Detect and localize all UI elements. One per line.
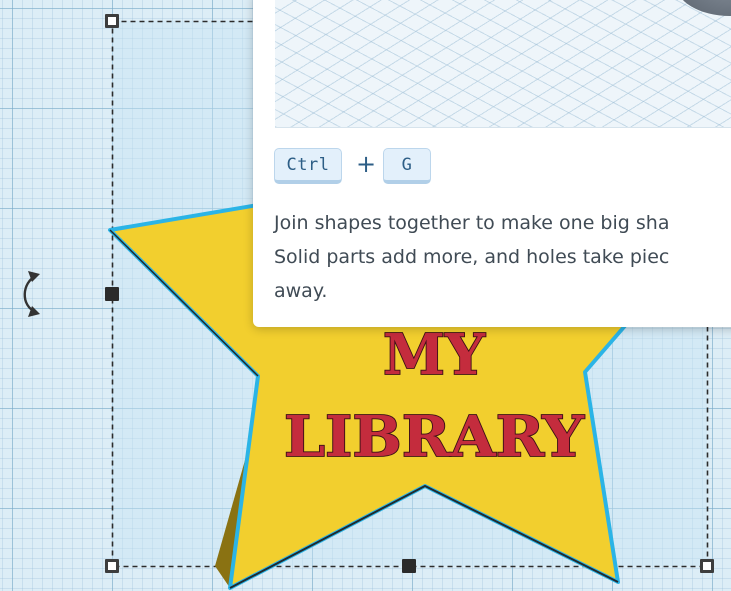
description-line: away. (274, 280, 328, 302)
tooltip-description: Join shapes together to make one big sha… (274, 206, 731, 308)
description-line: Join shapes together to make one big sha (274, 212, 670, 234)
preview-shape (675, 0, 731, 16)
resize-handle-left[interactable] (105, 287, 119, 301)
resize-handle-bottom-right[interactable] (700, 559, 714, 573)
rotate-handle[interactable] (14, 268, 46, 320)
resize-handle-bottom[interactable] (402, 559, 416, 573)
resize-handle-top-left[interactable] (105, 14, 119, 28)
tooltip-preview (275, 0, 731, 128)
shortcut-plus: + (355, 150, 377, 178)
resize-handle-bottom-left[interactable] (105, 559, 119, 573)
shortcut-key-g: G (383, 148, 431, 184)
description-line: Solid parts add more, and holes take pie… (274, 246, 670, 268)
rotate-arrow-icon (23, 271, 40, 317)
star-text-line-1: MY (383, 322, 486, 388)
star-text-line-2: LIBRARY (284, 404, 585, 470)
shortcut-key-ctrl: Ctrl (274, 148, 342, 184)
